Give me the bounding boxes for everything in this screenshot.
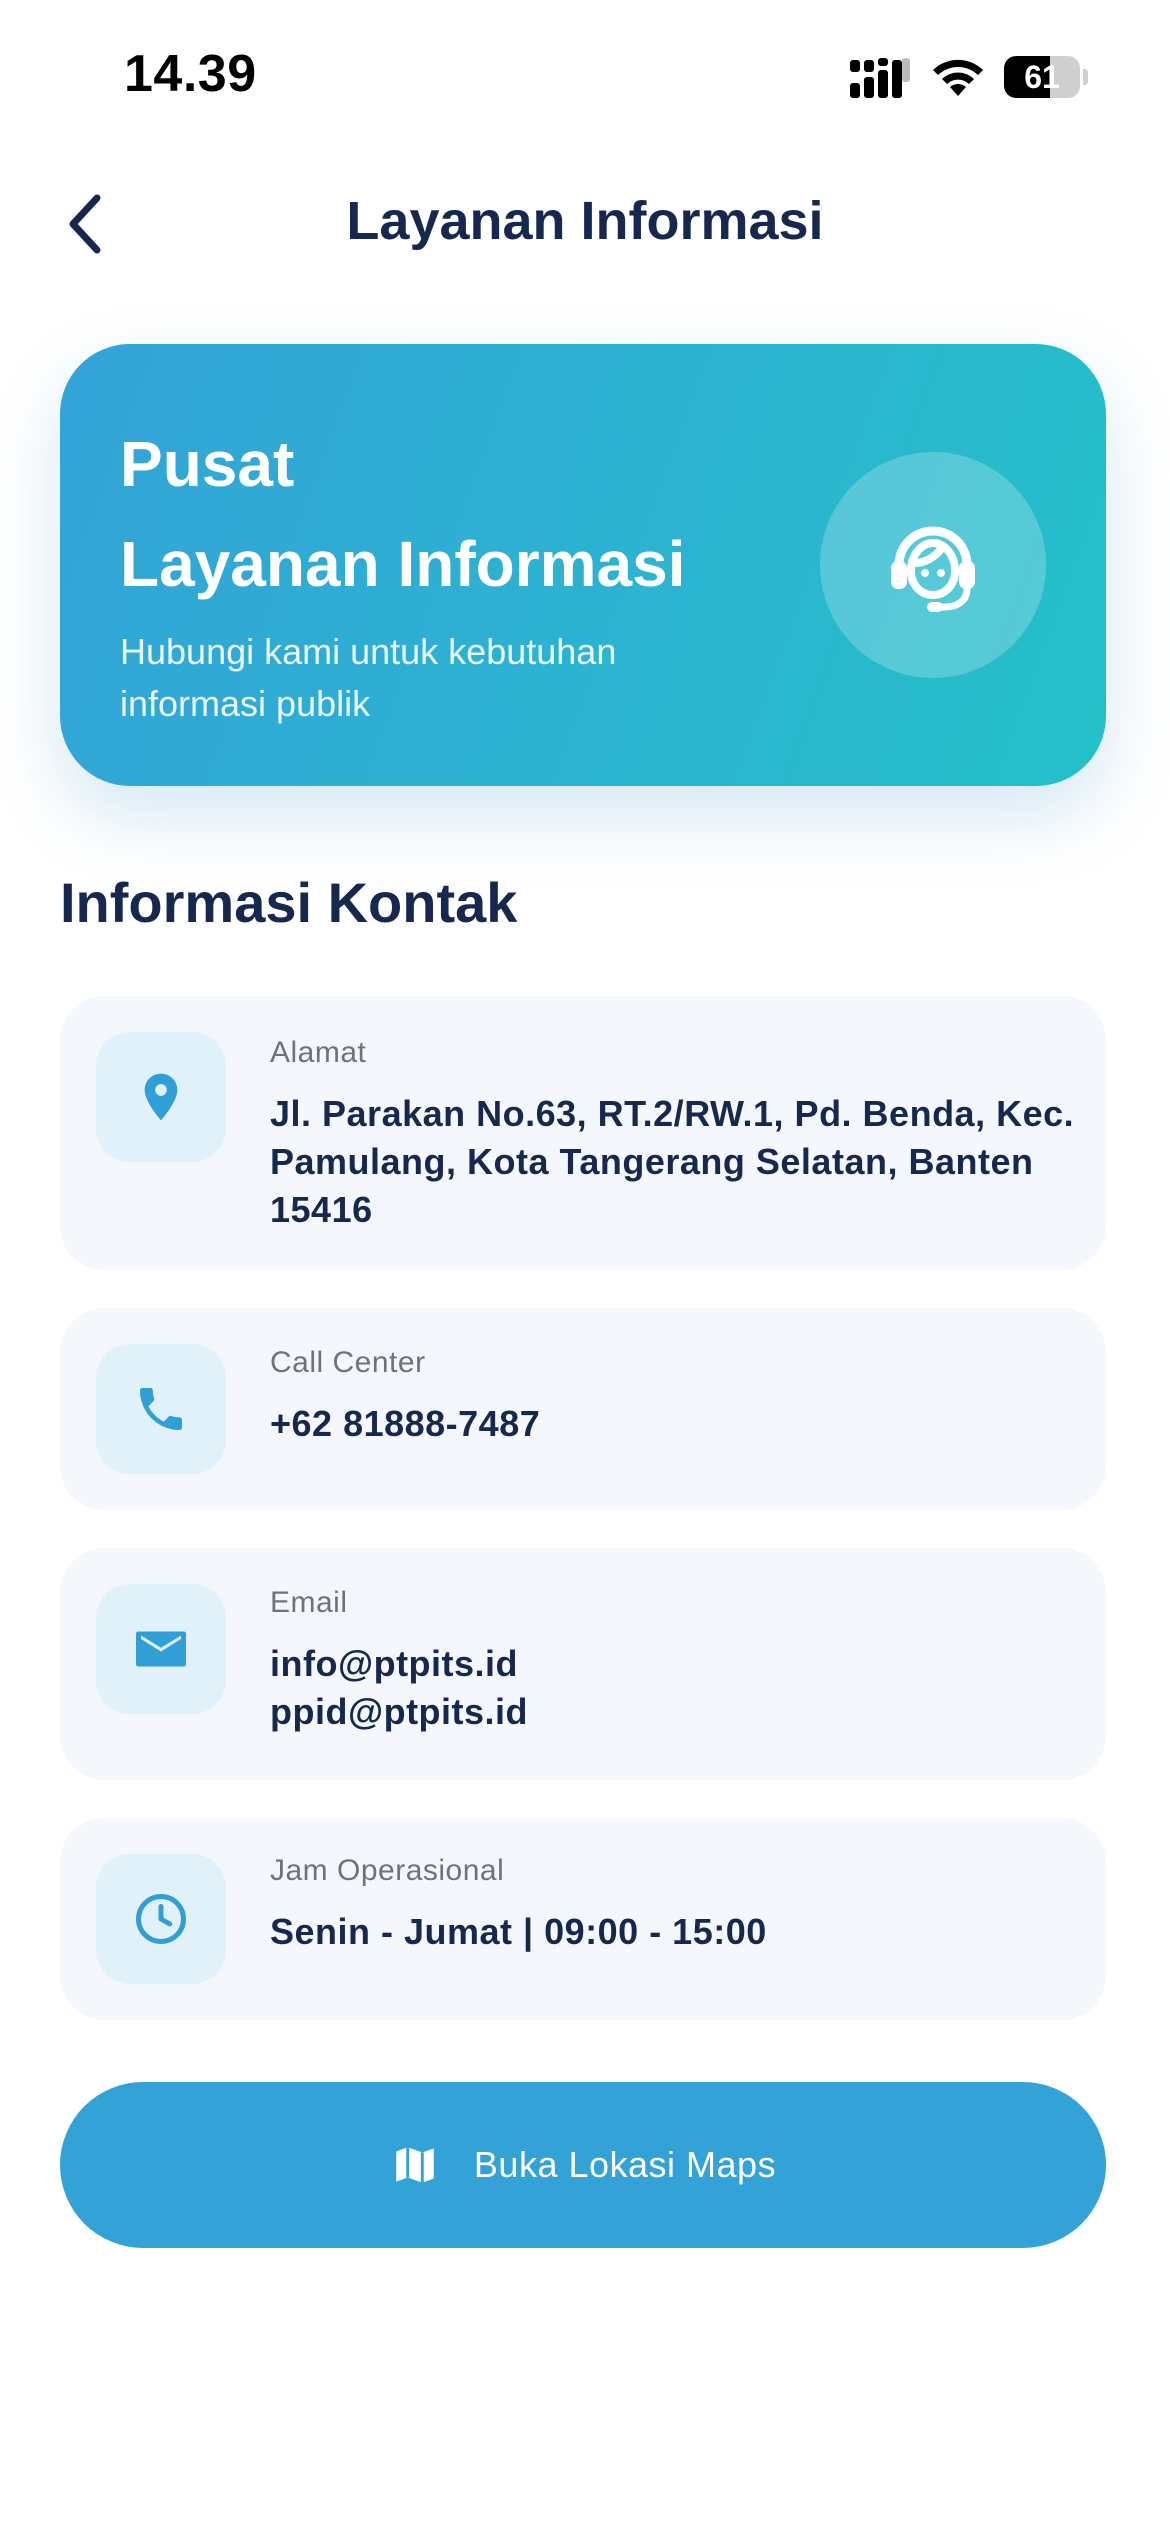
open-maps-button[interactable]: Buka Lokasi Maps (60, 2082, 1106, 2248)
mail-icon (136, 1631, 186, 1667)
operating-hours: Senin - Jumat | 09:00 - 15:00 (270, 1911, 767, 1952)
hero-subtitle-line1: Hubungi kami untuk kebutuhan (120, 631, 617, 672)
contact-icon-box (96, 1854, 226, 1984)
address-line: Pamulang, Kota Tangerang Selatan, Banten (270, 1141, 1034, 1182)
contact-card-hours[interactable]: Jam Operasional Senin - Jumat | 09:00 - … (60, 1818, 1106, 2020)
battery-tip (1083, 69, 1088, 85)
phone-number: +62 81888-7487 (270, 1403, 541, 1444)
contact-icon-box (96, 1344, 226, 1474)
hero-title-line2: Layanan Informasi (120, 528, 686, 600)
contact-card-call-center[interactable]: Call Center +62 81888-7487 (60, 1308, 1106, 1510)
map-icon (396, 2147, 434, 2183)
wifi-icon (933, 59, 983, 96)
hero-title: Pusat Layanan Informasi (120, 414, 686, 614)
address-line: Jl. Parakan No.63, RT.2/RW.1, Pd. Benda,… (270, 1093, 1075, 1134)
hero-subtitle-line2: informasi publik (120, 683, 371, 724)
contact-icon-box (96, 1032, 226, 1162)
contact-label: Jam Operasional (270, 1854, 505, 1887)
hero-icon-circle (820, 452, 1046, 678)
headset-agent-icon (891, 526, 975, 612)
clock-icon (136, 1894, 186, 1944)
section-title: Informasi Kontak (60, 871, 518, 934)
status-bar: 14.39 61 (0, 0, 1170, 150)
contact-value: +62 81888-7487 (270, 1400, 1080, 1448)
contact-icon-box (96, 1584, 226, 1714)
battery-body: 61 (1004, 56, 1080, 98)
email-address: info@ptpits.id (270, 1643, 519, 1684)
contact-value: Jl. Parakan No.63, RT.2/RW.1, Pd. Benda,… (270, 1090, 1080, 1234)
hero-title-line1: Pusat (120, 428, 295, 500)
page-title: Layanan Informasi (346, 191, 824, 251)
hero-card: Pusat Layanan Informasi Hubungi kami unt… (60, 344, 1106, 786)
email-address: ppid@ptpits.id (270, 1691, 529, 1732)
contact-label: Call Center (270, 1346, 426, 1379)
hero-subtitle: Hubungi kami untuk kebutuhan informasi p… (120, 626, 720, 730)
battery-percentage: 61 (1024, 59, 1060, 95)
status-time: 14.39 (124, 45, 257, 103)
contact-card-email[interactable]: Email info@ptpits.id ppid@ptpits.id (60, 1548, 1106, 1780)
contact-value: info@ptpits.id ppid@ptpits.id (270, 1640, 1080, 1736)
open-maps-label: Buka Lokasi Maps (473, 2144, 777, 2185)
contact-label: Alamat (270, 1036, 367, 1069)
phone-icon (140, 1388, 182, 1430)
location-pin-icon (144, 1073, 178, 1121)
screen: 14.39 61 Layanan Informasi Pusat Layanan… (0, 0, 1170, 2532)
contact-value: Senin - Jumat | 09:00 - 15:00 (270, 1908, 1080, 1956)
cellular-signal-icon (850, 58, 910, 98)
address-line: 15416 (270, 1189, 373, 1230)
contact-card-address[interactable]: Alamat Jl. Parakan No.63, RT.2/RW.1, Pd.… (60, 996, 1106, 1270)
contact-label: Email (270, 1586, 348, 1619)
battery-indicator: 61 (1004, 56, 1088, 98)
